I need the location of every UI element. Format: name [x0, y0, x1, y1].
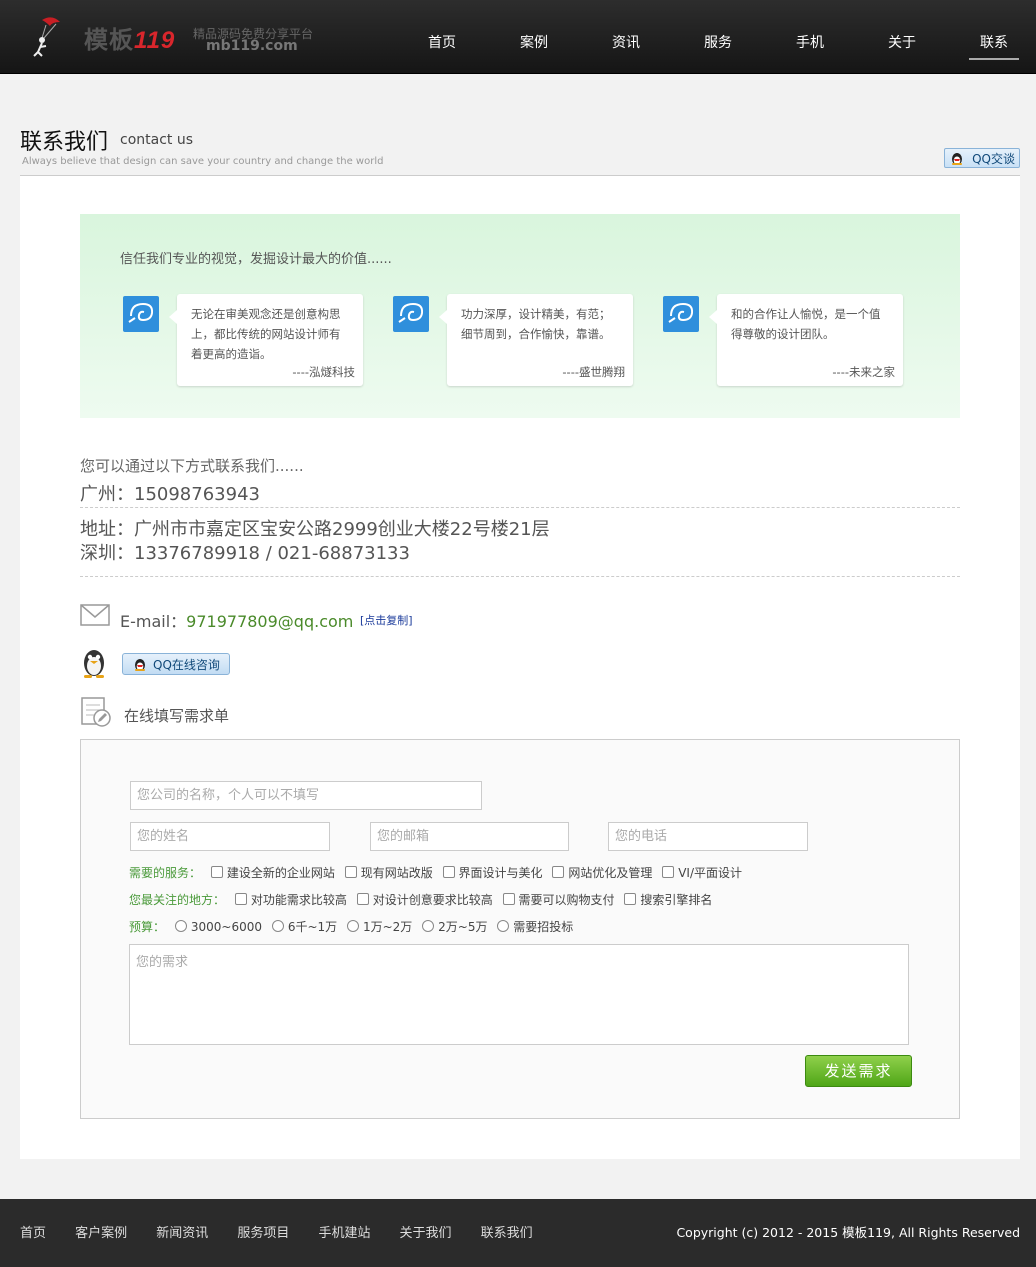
qq-penguin-small-icon [135, 659, 145, 671]
requirement-form: 您公司的名称，个人可以不填写 您的姓名 您的邮箱 您的电话 需要的服务： 建设全… [80, 739, 960, 1119]
requirement-textarea[interactable]: 您的需求 [129, 944, 909, 1045]
checkbox[interactable] [356, 893, 369, 905]
nav-mobile[interactable]: 手机 [785, 32, 835, 58]
budget-option[interactable]: 需要招投标 [497, 918, 573, 935]
checkbox[interactable] [344, 866, 357, 878]
divider [80, 507, 960, 508]
testimonial-card: 无论在审美观念还是创意构思上，都比传统的网站设计师有着更高的造诣。 ----泓燧… [120, 294, 363, 388]
testimonial-bubble: 无论在审美观念还是创意构思上，都比传统的网站设计师有着更高的造诣。 ----泓燧… [169, 294, 363, 386]
ear-logo-icon [123, 296, 159, 332]
ear-logo-icon [393, 296, 429, 332]
radio[interactable] [422, 920, 435, 932]
service-option[interactable]: 建设全新的企业网站 [210, 864, 335, 881]
focus-option[interactable]: 需要可以购物支付 [502, 891, 615, 908]
budget-option[interactable]: 6千~1万 [271, 918, 337, 935]
form-edit-icon [81, 697, 111, 727]
qq-penguin-icon [952, 153, 962, 165]
email-input[interactable]: 您的邮箱 [370, 822, 569, 851]
focus-row: 您最关注的地方： 对功能需求比较高 对设计创意要求比较高 需要可以购物支付 搜索… [129, 891, 718, 909]
focus-label: 您最关注的地方： [129, 893, 226, 907]
radio[interactable] [497, 920, 510, 932]
service-option[interactable]: VI/平面设计 [662, 864, 742, 881]
footer-link-home[interactable]: 首页 [20, 1226, 46, 1241]
shenzhen-phone: 深圳：13376789918 / 021-68873133 [80, 543, 410, 564]
email-label: E-mail：971977809@qq.com [120, 612, 354, 631]
footer-link-mobile[interactable]: 手机建站 [318, 1226, 370, 1241]
form-title: 在线填写需求单 [124, 707, 230, 725]
testimonial-signature: ----泓燧科技 [292, 365, 355, 379]
nav-home[interactable]: 首页 [417, 32, 467, 58]
focus-option[interactable]: 对功能需求比较高 [234, 891, 347, 908]
testimonial-text: 无论在审美观念还是创意构思上，都比传统的网站设计师有着更高的造诣。 [191, 307, 341, 361]
envelope-icon [80, 604, 110, 626]
phone-input[interactable]: 您的电话 [608, 822, 808, 851]
budget-option[interactable]: 3000~6000 [174, 920, 262, 934]
radio[interactable] [346, 920, 359, 932]
testimonial-text: 功力深厚，设计精美，有范；细节周到，合作愉快，靠谱。 [461, 307, 611, 341]
radio[interactable] [174, 920, 187, 932]
page-subtitle: Always believe that design can save your… [22, 156, 384, 167]
services-label: 需要的服务： [129, 866, 202, 880]
testimonial-bubble: 和的合作让人愉悦，是一个值得尊敬的设计团队。 ----未来之家 [709, 294, 903, 386]
email-address[interactable]: 971977809@qq.com [186, 612, 353, 631]
copyright: Copyright (c) 2012 - 2015 模板119, All Rig… [676, 1225, 1020, 1240]
qq-online-consult-button[interactable]: QQ在线咨询 [122, 653, 230, 675]
services-row: 需要的服务： 建设全新的企业网站 现有网站改版 界面设计与美化 网站优化及管理 … [129, 864, 748, 882]
checkbox[interactable] [210, 866, 223, 878]
company-input[interactable]: 您公司的名称，个人可以不填写 [130, 781, 482, 810]
budget-option[interactable]: 1万~2万 [346, 918, 412, 935]
checkbox[interactable] [624, 893, 637, 905]
nav-cases[interactable]: 案例 [509, 32, 559, 58]
focus-option[interactable]: 搜索引擎排名 [624, 891, 712, 908]
service-option[interactable]: 界面设计与美化 [442, 864, 543, 881]
copy-email-link[interactable]: [点击复制] [360, 612, 413, 628]
nav-contact[interactable]: 联系 [969, 32, 1019, 60]
checkbox[interactable] [662, 866, 675, 878]
guangzhou-phone: 广州：15098763943 [80, 484, 260, 505]
testimonial-card: 和的合作让人愉悦，是一个值得尊敬的设计团队。 ----未来之家 [660, 294, 903, 388]
nav-about[interactable]: 关于 [877, 32, 927, 58]
nav-news[interactable]: 资讯 [601, 32, 651, 58]
testimonial-signature: ----盛世腾翔 [562, 365, 625, 379]
testimonial-text: 和的合作让人愉悦，是一个值得尊敬的设计团队。 [731, 307, 881, 341]
testimonials-headline: 信任我们专业的视觉，发掘设计最大的价值...... [120, 252, 392, 267]
service-option[interactable]: 现有网站改版 [344, 864, 433, 881]
focus-option[interactable]: 对设计创意要求比较高 [356, 891, 493, 908]
name-input[interactable]: 您的姓名 [130, 822, 330, 851]
testimonials-panel: 信任我们专业的视觉，发掘设计最大的价值...... 无论在审美观念还是创意构思上… [80, 214, 960, 418]
testimonial-signature: ----未来之家 [832, 365, 895, 379]
send-requirement-button[interactable]: 发送需求 [805, 1055, 912, 1087]
main-content: 信任我们专业的视觉，发掘设计最大的价值...... 无论在审美观念还是创意构思上… [20, 176, 1020, 1159]
checkbox[interactable] [234, 893, 247, 905]
contact-intro: 您可以通过以下方式联系我们...... [80, 457, 304, 475]
checkbox[interactable] [502, 893, 515, 905]
page-title: 联系我们 [20, 130, 109, 155]
budget-option[interactable]: 2万~5万 [422, 918, 487, 935]
site-header: 模板119 精品源码免费分享平台 mb119.com 首页 案例 资讯 服务 手… [0, 0, 1036, 74]
page-title-bar: 联系我们 contact us Always believe that desi… [20, 122, 1020, 177]
page-title-en: contact us [120, 132, 194, 148]
ear-logo-icon [663, 296, 699, 332]
footer-link-news[interactable]: 新闻资讯 [156, 1226, 208, 1241]
qq-penguin-icon [84, 650, 104, 678]
budget-row: 预算： 3000~6000 6千~1万 1万~2万 2万~5万 需要招投标 [129, 918, 579, 936]
checkbox[interactable] [552, 866, 565, 878]
radio[interactable] [271, 920, 284, 932]
footer-link-about[interactable]: 关于我们 [400, 1226, 452, 1241]
service-option[interactable]: 网站优化及管理 [552, 864, 652, 881]
footer-link-services[interactable]: 服务项目 [237, 1226, 289, 1241]
qq-talk-button[interactable]: QQ交谈 [944, 148, 1020, 168]
nav-services[interactable]: 服务 [693, 32, 743, 58]
address: 地址：广州市市嘉定区宝安公路2999创业大楼22号楼21层 [80, 519, 550, 540]
budget-label: 预算： [129, 920, 166, 934]
site-footer: 首页 客户案例 新闻资讯 服务项目 手机建站 关于我们 联系我们 Copyrig… [0, 1199, 1036, 1267]
footer-links: 首页 客户案例 新闻资讯 服务项目 手机建站 关于我们 联系我们 [20, 1222, 557, 1241]
footer-link-contact[interactable]: 联系我们 [481, 1226, 533, 1241]
footer-link-cases[interactable]: 客户案例 [75, 1226, 127, 1241]
testimonial-bubble: 功力深厚，设计精美，有范；细节周到，合作愉快，靠谱。 ----盛世腾翔 [439, 294, 633, 386]
testimonial-card: 功力深厚，设计精美，有范；细节周到，合作愉快，靠谱。 ----盛世腾翔 [390, 294, 633, 388]
divider [80, 576, 960, 577]
checkbox[interactable] [442, 866, 455, 878]
main-nav: 首页 案例 资讯 服务 手机 关于 联系 [0, 32, 1036, 62]
